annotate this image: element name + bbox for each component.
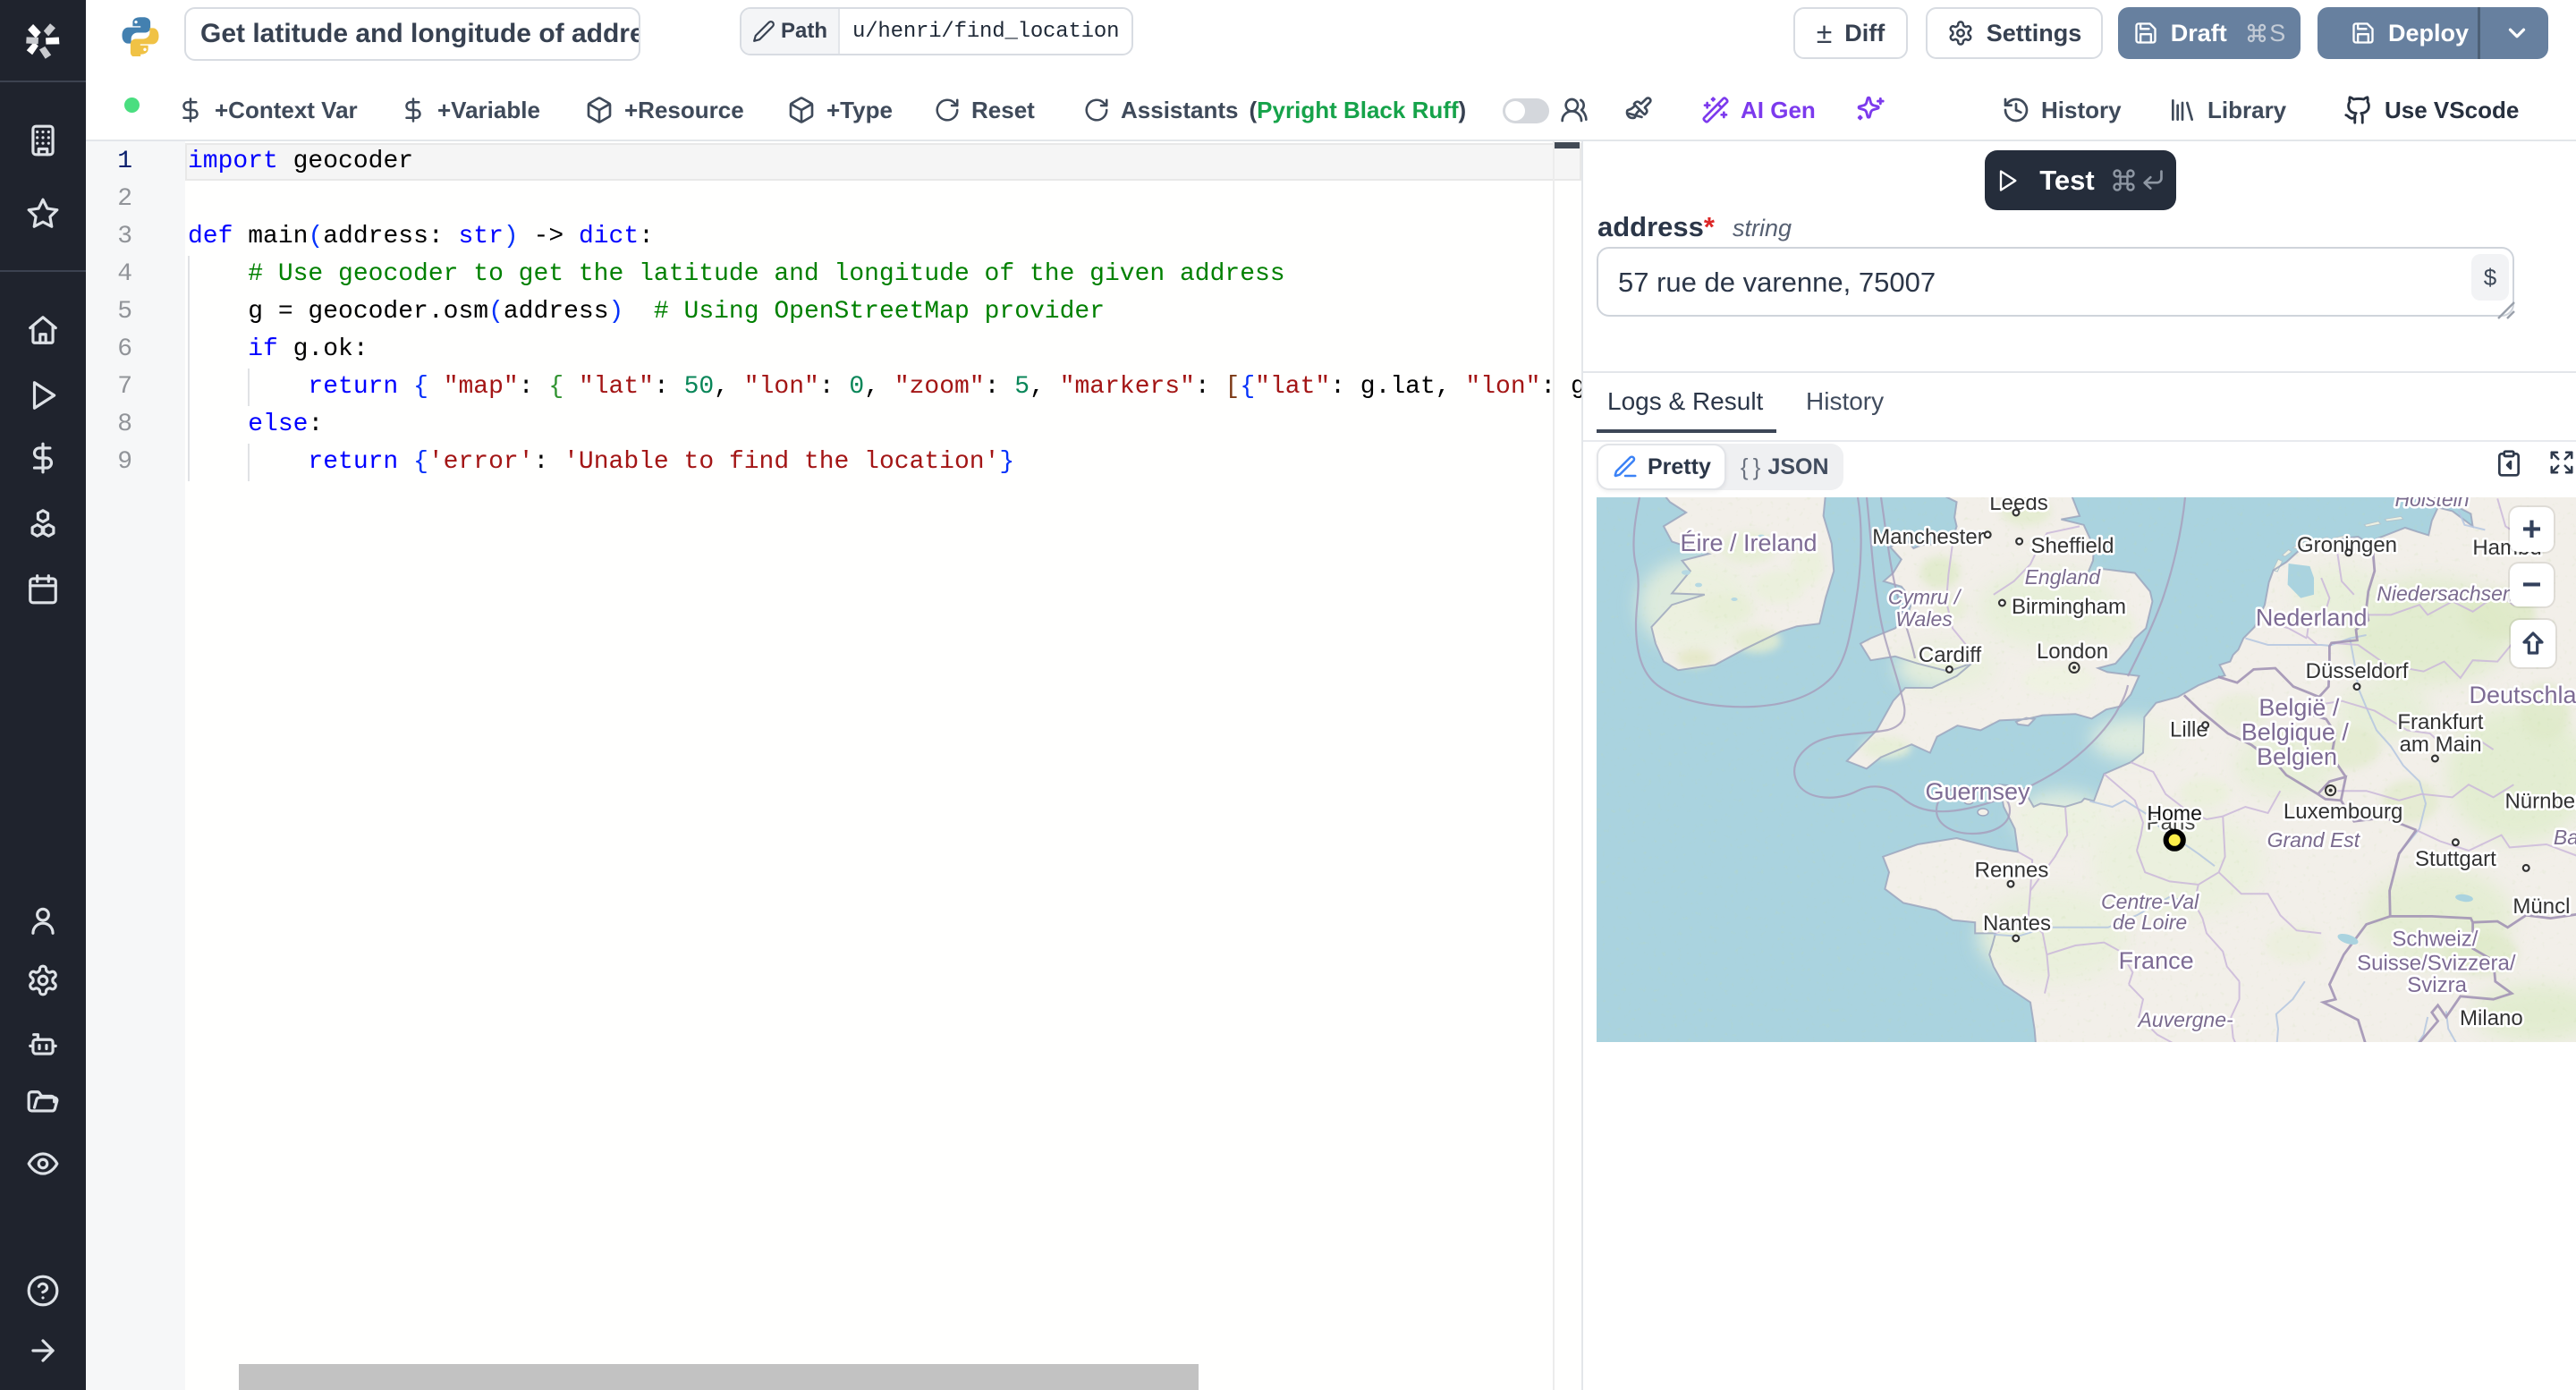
svg-text:Milano: Milano [2460,1006,2523,1030]
svg-text:Guernsey: Guernsey [1925,778,2030,805]
svg-text:Niedersachsen: Niedersachsen [2377,582,2513,606]
svg-text:Luxembourg: Luxembourg [2284,800,2402,824]
svg-text:Éire / Ireland: Éire / Ireland [1680,530,1817,556]
svg-text:België /: België / [2258,694,2340,721]
svg-text:Sheffield: Sheffield [2031,534,2114,558]
svg-text:Nederland: Nederland [2256,604,2368,631]
svg-text:London: London [2037,640,2108,664]
svg-text:Deutschlan: Deutschlan [2469,682,2576,708]
svg-text:Suisse/Svizzera/: Suisse/Svizzera/ [2357,951,2516,975]
svg-text:Wales: Wales [1895,607,1953,631]
svg-text:Cymru /: Cymru / [1888,585,1962,608]
svg-text:France: France [2119,947,2194,974]
svg-text:Belgique /: Belgique / [2241,718,2350,745]
svg-text:Frankfurt: Frankfurt [2397,710,2483,734]
svg-text:Lille: Lille [2170,718,2208,742]
svg-text:England: England [2025,565,2102,589]
svg-text:Birmingham: Birmingham [2012,595,2126,619]
svg-text:am Main: am Main [2400,733,2482,757]
svg-text:Nantes: Nantes [1983,911,2051,936]
svg-text:Düsseldorf: Düsseldorf [2306,659,2409,683]
svg-text:Holstein: Holstein [2394,497,2469,511]
svg-text:Schweiz/: Schweiz/ [2392,928,2478,952]
svg-text:Ba: Ba [2554,826,2576,849]
svg-text:Nürnber: Nürnber [2504,789,2576,813]
svg-text:Müncl: Müncl [2512,894,2570,919]
svg-text:Svizra: Svizra [2407,973,2467,997]
svg-text:Home: Home [2148,801,2202,825]
svg-text:Stuttgart: Stuttgart [2415,847,2496,871]
svg-text:Manchester: Manchester [1872,525,1984,549]
svg-text:Grand Est: Grand Est [2267,828,2361,852]
svg-text:Cardiff: Cardiff [1919,643,1982,667]
svg-text:Rennes: Rennes [1975,858,2049,882]
svg-text:de Loire: de Loire [2113,911,2187,934]
svg-text:Auvergne-: Auvergne- [2137,1008,2233,1031]
svg-text:Belgien: Belgien [2257,743,2337,770]
